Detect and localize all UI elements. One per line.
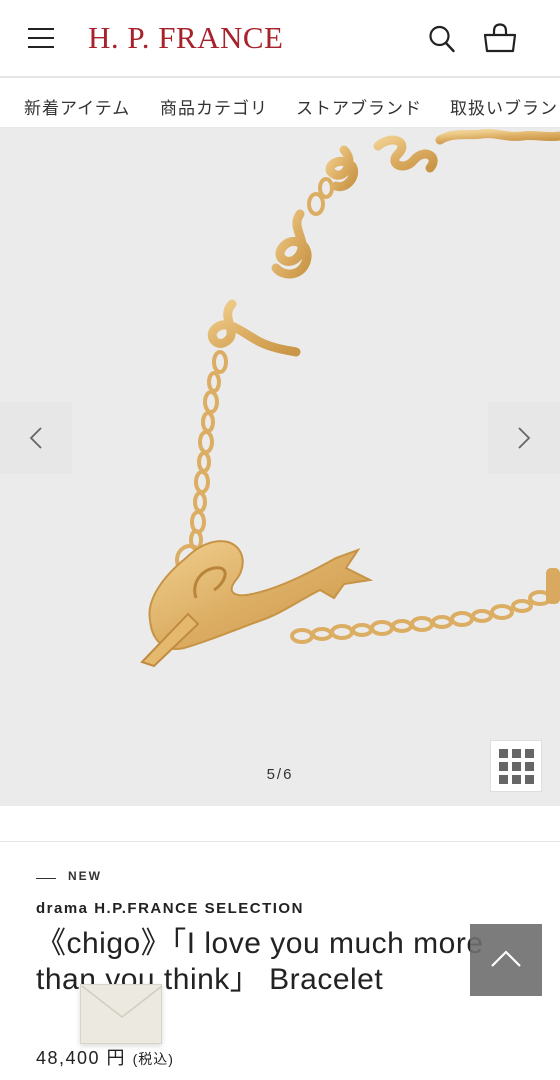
previous-image-button[interactable] (0, 402, 72, 474)
mail-contact-button[interactable] (80, 984, 163, 1044)
category-nav: 新着アイテム 商品カテゴリ ストアブランド 取扱いブランド (0, 80, 560, 128)
site-logo[interactable]: H. P. FRANCE (88, 20, 284, 56)
site-header: H. P. FRANCE (0, 0, 560, 78)
search-icon[interactable] (428, 24, 456, 54)
chevron-up-icon (491, 950, 521, 967)
chevron-left-icon (29, 427, 42, 449)
product-brand[interactable]: drama H.P.FRANCE SELECTION (36, 900, 304, 917)
hamburger-menu-icon[interactable] (28, 26, 56, 50)
price-value: 48,400 円 (36, 1048, 127, 1068)
grid-view-icon (499, 749, 534, 784)
section-divider (0, 806, 560, 842)
tax-note: (税込) (132, 1051, 174, 1067)
shopping-bag-icon[interactable] (482, 22, 518, 54)
new-badge: NEW (68, 869, 102, 883)
grid-view-button[interactable] (490, 740, 542, 792)
nav-item-store-brands[interactable]: ストアブランド (296, 94, 422, 119)
next-image-button[interactable] (488, 402, 560, 474)
nav-item-categories[interactable]: 商品カテゴリ (160, 94, 268, 119)
nav-item-brands[interactable]: 取扱いブランド (450, 94, 560, 119)
nav-item-new-arrivals[interactable]: 新着アイテム (24, 94, 130, 119)
image-counter: 5/6 (266, 766, 294, 783)
product-image-gallery[interactable]: 5/6 (0, 128, 560, 806)
scroll-to-top-button[interactable] (470, 924, 542, 996)
chevron-right-icon (518, 427, 531, 449)
product-photo (140, 129, 560, 668)
envelope-icon (81, 985, 163, 1018)
new-badge-line (36, 878, 56, 879)
product-price: 48,400 円 (税込) (36, 1044, 174, 1070)
